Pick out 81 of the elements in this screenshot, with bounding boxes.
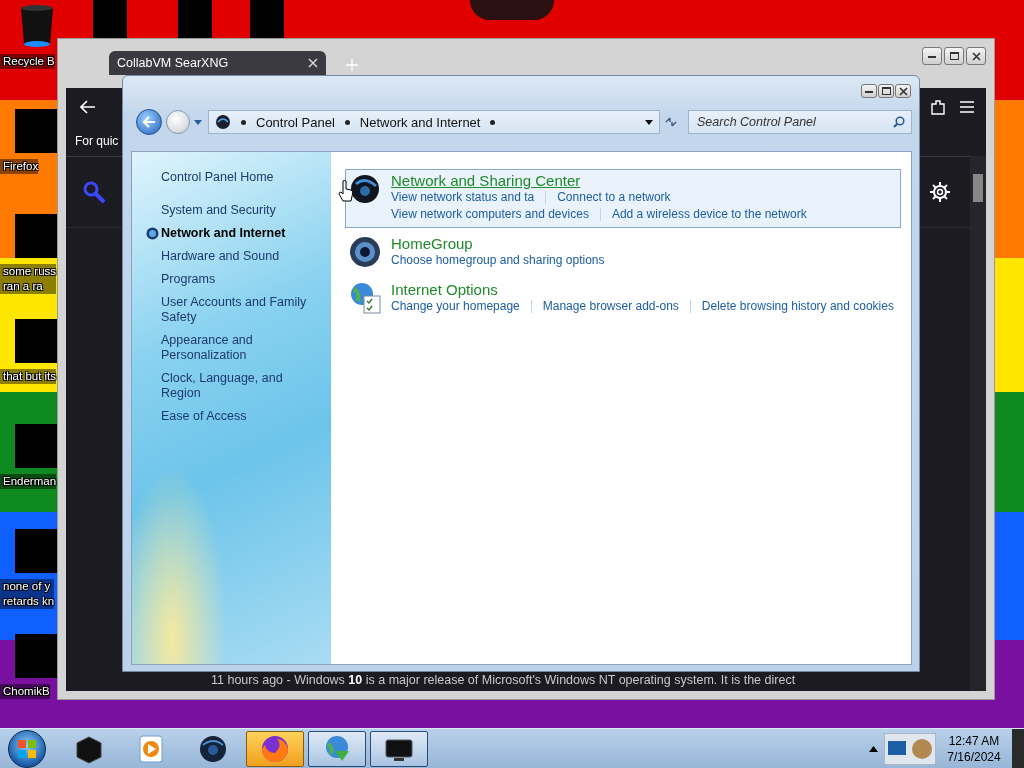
blacked-out-icon[interactable] [15,109,59,153]
category-title-link[interactable]: Internet Options [391,281,894,298]
minimize-icon [928,54,936,58]
minimize-icon [865,89,873,93]
hand-cursor-icon [338,180,354,202]
blacked-out-icon[interactable] [15,634,59,678]
scrollbar[interactable] [970,156,986,691]
minimize-button[interactable] [861,84,877,98]
sidebar-item[interactable]: Network and Internet [146,222,325,245]
search-field[interactable]: Search Control Panel [688,110,912,134]
address-bar[interactable]: Control Panel Network and Internet [208,110,660,134]
sidebar-item[interactable]: Appearance and Personalization [146,329,325,367]
sidebar-item[interactable]: Control Panel Home [146,166,325,189]
sidebar-item[interactable]: User Accounts and Family Safety [146,291,325,329]
sidebar-item[interactable]: Ease of Access [146,405,325,428]
back-button[interactable] [136,109,162,135]
category-title-link[interactable]: HomeGroup [391,235,605,252]
task-link[interactable]: Connect to a network [557,189,671,206]
search-icon[interactable] [82,180,106,204]
orb-icon [146,227,159,240]
close-button[interactable] [895,84,911,98]
network-globe-icon[interactable] [348,172,382,206]
desktop-icon-label[interactable]: Enderman [0,474,57,489]
minimize-button[interactable] [922,47,942,65]
settings-icon[interactable] [930,182,950,202]
sidebar-item[interactable]: Hardware and Sound [146,245,325,268]
close-icon [971,51,981,61]
blacked-out-icon[interactable] [15,424,59,468]
refresh-icon[interactable] [664,116,678,128]
up-arrow-icon[interactable] [869,745,878,752]
task-link[interactable]: Add a wireless device to the network [611,206,807,223]
hint-text: For quic [75,134,119,148]
clock-time[interactable]: 12:47 AM [948,732,1000,749]
tray-app-icon[interactable] [884,732,936,765]
blacked-out-icon[interactable] [15,214,59,258]
sidebar-item[interactable]: Clock, Language, and Region [146,367,325,405]
scrollbar-thumb[interactable] [973,174,983,202]
maximize-button[interactable] [944,47,964,65]
browser-tab[interactable]: CollabVM SearXNG [109,51,326,75]
homegroup-icon[interactable] [348,235,382,269]
maximize-icon [881,87,891,95]
desktop-icon-label[interactable]: some russ ran a ra [0,264,57,294]
maximize-button[interactable] [878,84,894,98]
desktop-icon-label[interactable]: Firefox [0,159,39,174]
task-link[interactable]: Delete browsing history and cookies [701,298,894,315]
globe-icon [215,114,231,130]
task-link[interactable]: View network status and ta [391,189,535,206]
breadcrumb[interactable]: Network and Internet [359,114,481,130]
desktop-icon-label[interactable]: ChomikB [0,684,50,699]
category-title-link[interactable]: Network and Sharing Center [391,172,807,189]
maximize-icon [949,52,959,60]
breadcrumb-separator-icon[interactable] [490,119,496,125]
task-link[interactable]: View network computers and devices [391,206,589,223]
breadcrumb-separator-icon[interactable] [241,119,246,125]
sidebar-item[interactable]: System and Security [146,199,325,222]
globe-checklist-icon[interactable] [348,281,382,315]
desktop-icon-label[interactable]: that but its [0,369,57,384]
breadcrumb[interactable]: Control Panel [256,114,335,130]
clock-date[interactable]: 7/16/2024 [947,748,1001,765]
breadcrumb-separator-icon[interactable] [344,119,350,125]
caret-icon[interactable] [645,119,653,125]
desktop-icon-label[interactable]: none of y retards kn [0,579,55,609]
search-icon[interactable] [893,116,905,128]
task-link[interactable]: Manage browser add-ons [542,298,679,315]
result-snippet: 11 hours ago - Windows 10 is a major release of Microsoft's Windows NT operating system. It is the direct [210,672,797,689]
back-arrow-icon [142,116,156,128]
sidebar-item[interactable]: Programs [146,268,325,291]
task-link[interactable]: Change your homepage [391,298,520,315]
start-button[interactable] [8,729,46,768]
close-button[interactable] [966,47,986,65]
blacked-out-icon[interactable] [15,319,59,363]
task-link[interactable]: Choose homegroup and sharing options [391,252,605,269]
windows-logo-icon [17,738,37,759]
blacked-out-icon[interactable] [15,529,59,573]
menu-icon[interactable] [960,101,974,113]
close-icon [898,86,908,96]
taskbar-button[interactable] [370,730,428,767]
close-icon[interactable] [308,58,318,68]
back-arrow-icon[interactable] [80,100,96,114]
taskbar-button[interactable] [308,730,366,767]
desktop-icon-label[interactable]: Recycle B [0,54,55,69]
